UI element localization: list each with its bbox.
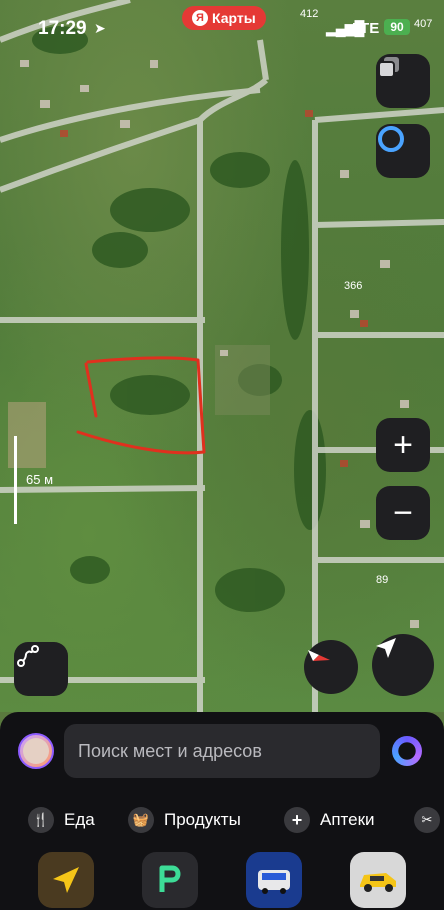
category-chip-pharmacy[interactable]: + Аптеки — [284, 800, 375, 840]
alice-assistant-button[interactable] — [376, 124, 430, 178]
map-scale-label: 65 м — [26, 472, 54, 487]
bus-icon — [258, 870, 290, 894]
compass-button[interactable] — [304, 640, 358, 694]
car-icon — [360, 873, 396, 892]
fork-knife-icon: 🍴 — [28, 807, 54, 833]
alice-icon — [378, 126, 404, 152]
house-number: 366 — [344, 280, 363, 292]
transport-app[interactable] — [246, 852, 302, 908]
map-terrain — [0, 0, 444, 712]
network-type: LTE — [352, 20, 380, 37]
alice-icon — [392, 736, 422, 766]
house-number: 407 — [414, 18, 433, 30]
parking-app[interactable] — [142, 852, 198, 908]
pharmacy-cross-icon: + — [284, 807, 310, 833]
category-chip-beauty[interactable]: ✂ — [414, 800, 440, 840]
p-icon — [159, 865, 181, 892]
taxi-app[interactable] — [350, 852, 406, 908]
satellite-map[interactable]: 17:29 ➤ ▂▄▆█ LTE 90 Я Карты 412 407 366 … — [0, 0, 444, 712]
arrow-icon — [53, 867, 79, 893]
house-number: 412 — [300, 8, 319, 20]
layers-button[interactable] — [376, 54, 430, 108]
category-label: Продукты — [164, 810, 241, 829]
compass-icon — [308, 650, 330, 661]
search-input[interactable]: Поиск мест и адресов — [64, 724, 380, 778]
category-label: Аптеки — [320, 810, 375, 829]
category-chip-food[interactable]: 🍴 Еда — [28, 800, 95, 840]
route-icon — [17, 645, 39, 667]
navigator-app[interactable] — [38, 852, 94, 908]
app-brand-badge[interactable]: Я Карты — [182, 6, 266, 30]
route-button[interactable] — [14, 642, 68, 696]
yandex-logo-icon: Я — [192, 10, 208, 26]
battery-level: 90 — [384, 19, 410, 35]
category-chips: 🍴 Еда 🧺 Продукты + Аптеки ✂ — [0, 800, 444, 840]
avatar-photo — [23, 738, 49, 764]
alice-voice-button[interactable] — [388, 732, 426, 770]
basket-icon: 🧺 — [128, 807, 154, 833]
my-location-button[interactable] — [372, 634, 434, 696]
zoom-in-button[interactable]: + — [376, 418, 430, 472]
status-time: 17:29 — [38, 18, 87, 39]
category-chip-groceries[interactable]: 🧺 Продукты — [128, 800, 241, 840]
brand-name: Карты — [212, 10, 256, 26]
navigation-arrow-icon — [376, 638, 396, 658]
zoom-out-button[interactable]: − — [376, 486, 430, 540]
scissors-icon: ✂ — [414, 807, 440, 833]
location-arrow-icon: ➤ — [94, 20, 106, 36]
house-number: 89 — [376, 574, 389, 586]
app-shortcuts — [0, 852, 444, 910]
layers-icon — [378, 57, 399, 78]
avatar[interactable] — [18, 733, 54, 769]
category-label: Еда — [64, 810, 95, 829]
map-scale-bar — [14, 436, 17, 524]
